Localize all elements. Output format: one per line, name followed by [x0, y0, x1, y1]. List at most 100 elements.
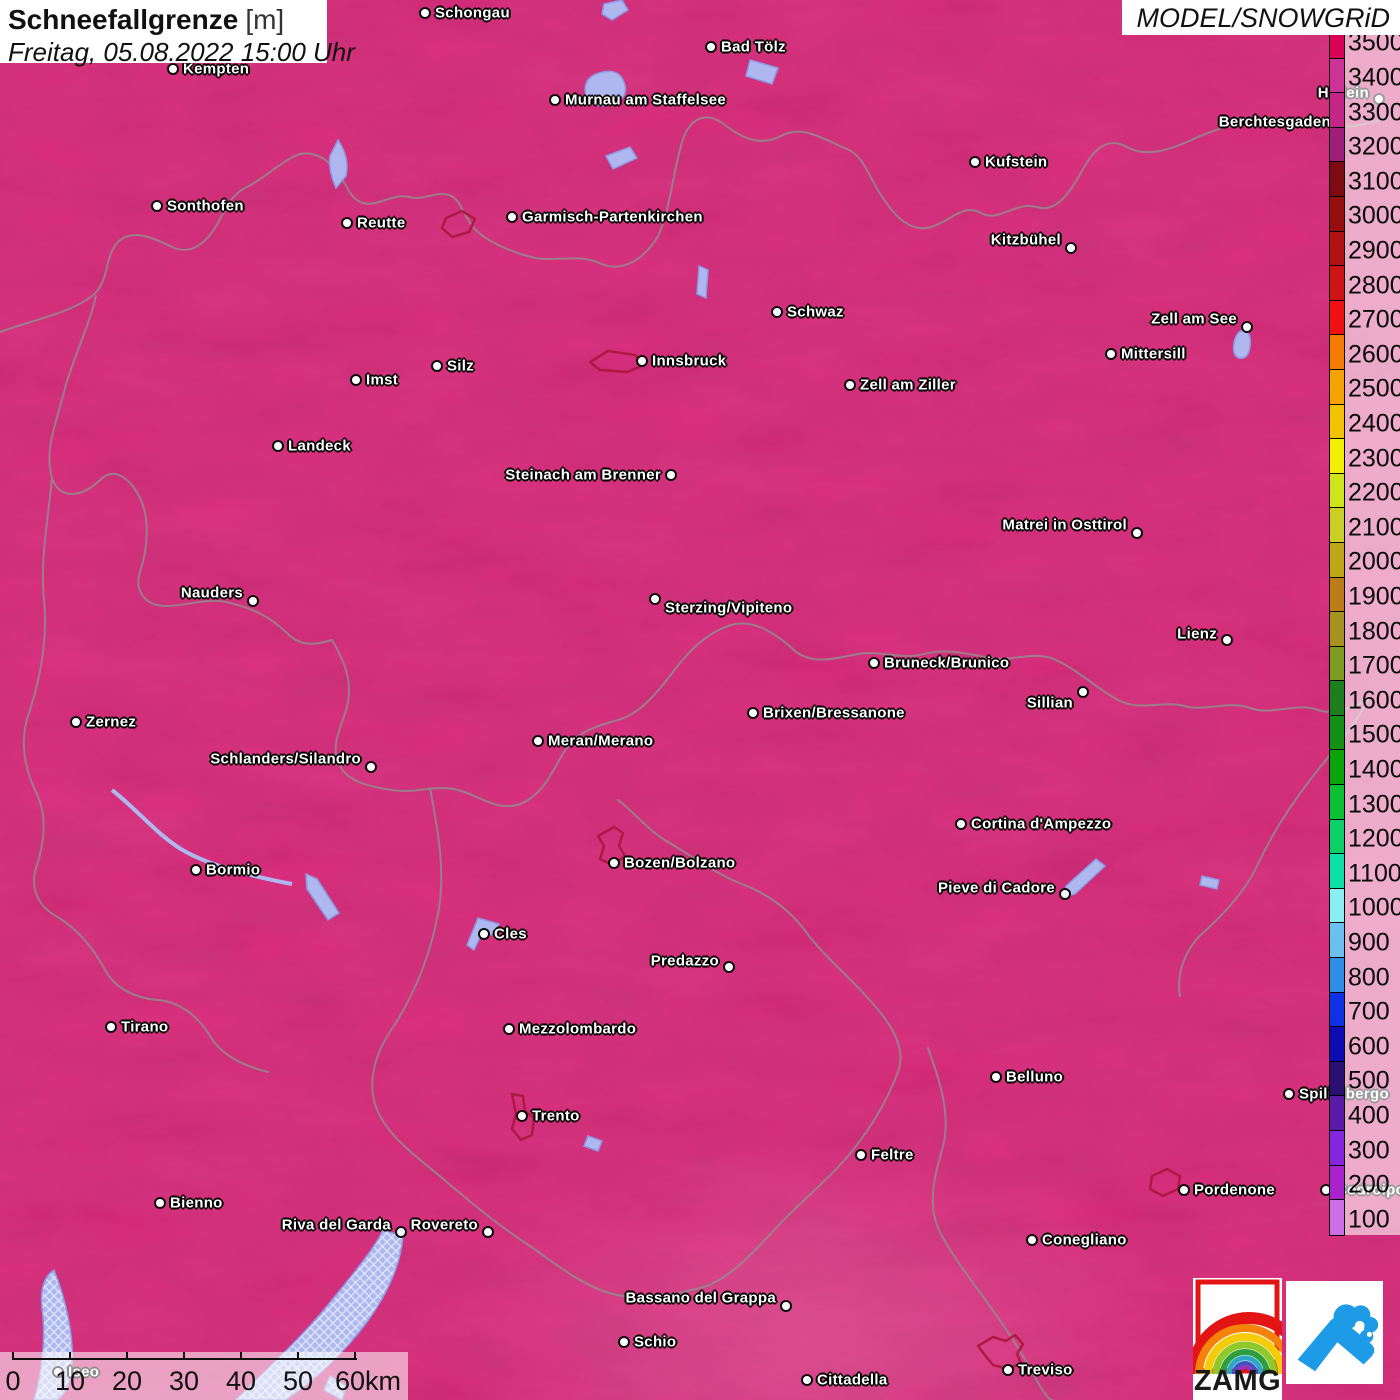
city-label: Bassano del Grappa — [625, 1289, 776, 1307]
city-dot — [478, 928, 490, 940]
city-dot — [969, 156, 981, 168]
city-dot — [350, 374, 362, 386]
colorbar-segment — [1330, 127, 1344, 163]
city-label: Conegliano — [1042, 1231, 1127, 1249]
city-label: Silz — [447, 357, 475, 375]
colorbar-tick-label: 2200 — [1348, 478, 1400, 507]
colorbar-segment — [1330, 854, 1344, 889]
colorbar-segment — [1330, 266, 1344, 301]
lake-livigno — [305, 872, 341, 922]
colorbar-tick-label: 800 — [1348, 963, 1390, 991]
city-dot — [1283, 1088, 1295, 1100]
boundary-treviso — [976, 1333, 1025, 1371]
lake-garmisch — [604, 146, 639, 170]
city-label: Cles — [494, 925, 527, 943]
colorbar-tick-label: 2400 — [1348, 409, 1400, 438]
city-dot — [1241, 321, 1253, 333]
lake-riegsee — [601, 0, 630, 21]
city-dot — [1178, 1184, 1190, 1196]
city-label: Treviso — [1018, 1361, 1073, 1379]
city-dot — [549, 94, 561, 106]
title-unit: [m] — [245, 4, 285, 35]
city-label: Schongau — [435, 4, 510, 22]
city-label: Pieve di Cadore — [937, 879, 1055, 897]
colorbar-tick-label: 2900 — [1348, 236, 1400, 265]
city-label: Matrei in Osttirol — [1002, 516, 1127, 534]
city-label: Brixen/Bressanone — [763, 704, 905, 722]
city-dot — [955, 818, 967, 830]
colorbar-segment — [1330, 715, 1344, 751]
scalebar-number: 40 — [225, 1366, 257, 1396]
colorbar-tick-label: 1900 — [1348, 582, 1400, 611]
city-dot — [341, 217, 353, 229]
city-dot — [516, 1110, 528, 1122]
title-box: Schneefallgrenze [m] Freitag, 05.08.2022 … — [0, 0, 355, 67]
title-text: Schneefallgrenze — [8, 4, 239, 35]
lake-small-east — [1199, 875, 1220, 890]
city-label: Feltre — [871, 1146, 914, 1164]
colorbar-segment — [1330, 1131, 1344, 1166]
city-label: Lienz — [1177, 625, 1217, 643]
lake-forggensee — [328, 138, 348, 190]
scalebar-line — [13, 1358, 357, 1360]
colorbar-segment — [1330, 1165, 1344, 1201]
colorbar-segment — [1330, 681, 1344, 716]
scalebar-number: 10 — [54, 1366, 86, 1396]
city-label: Trento — [532, 1107, 580, 1125]
city-dot — [431, 360, 443, 372]
colorbar-tick-label: 1000 — [1348, 893, 1400, 922]
colorbar-tick-label: 1200 — [1348, 824, 1400, 853]
city-dot — [419, 7, 431, 19]
city-label: Tirano — [121, 1018, 169, 1036]
city-label: Cortina d'Ampezzo — [971, 815, 1112, 833]
scalebar-number: 20 — [111, 1366, 143, 1396]
lake-kochelsee — [745, 59, 779, 85]
scalebar-tick — [297, 1352, 299, 1360]
colorbar-tick-label: 2100 — [1348, 513, 1400, 542]
city-dot — [855, 1149, 867, 1161]
city-dot — [395, 1226, 407, 1238]
city-label: Bruneck/Brunico — [884, 654, 1010, 672]
colorbar-tick-label: 1700 — [1348, 651, 1400, 680]
colorbar-segment — [1330, 542, 1344, 578]
city-dot — [1026, 1234, 1038, 1246]
city-dot — [272, 440, 284, 452]
zamg-logo: ZAMG — [1193, 1278, 1282, 1400]
city-label: Meran/Merano — [548, 732, 654, 750]
city-dot — [154, 1197, 166, 1209]
city-dot — [1059, 888, 1071, 900]
colorbar-segment — [1330, 58, 1344, 94]
city-label: Berchtesgaden — [1218, 113, 1331, 131]
colorbar-tick-label: 100 — [1348, 1205, 1390, 1234]
city-dot — [665, 469, 677, 481]
city-label: Sillian — [1026, 694, 1073, 712]
city-label: Bozen/Bolzano — [624, 854, 736, 872]
colorbar-segment — [1330, 404, 1344, 440]
city-label: Steinach am Brenner — [505, 466, 661, 484]
colorbar-segment — [1330, 162, 1344, 197]
city-label: Zernez — [86, 713, 137, 731]
city-label: Zell am Ziller — [860, 376, 956, 394]
colorbar-segment — [1330, 1096, 1344, 1131]
colorbar-segment — [1330, 439, 1344, 474]
colorbar-tick-label: 1800 — [1348, 617, 1400, 645]
model-label: MODEL/SNOWGRiD — [1122, 0, 1400, 35]
city-boundaries — [440, 209, 1182, 1371]
colorbar-segment — [1330, 785, 1344, 820]
city-label: Mittersill — [1121, 345, 1186, 363]
city-dot — [105, 1021, 117, 1033]
colorbar-segment — [1330, 612, 1344, 647]
colorbar-tick-label: 2000 — [1348, 547, 1400, 576]
city-dot — [990, 1071, 1002, 1083]
city-dot — [506, 211, 518, 223]
colorbar-segment — [1330, 577, 1344, 613]
city-dot — [723, 961, 735, 973]
city-dot — [247, 595, 259, 607]
city-label: Garmisch-Partenkirchen — [522, 208, 703, 226]
city-label: Cittadella — [817, 1371, 888, 1389]
colorbar-segment — [1330, 819, 1344, 855]
city-label: Belluno — [1006, 1068, 1064, 1086]
scalebar-number: 30 — [168, 1366, 200, 1396]
snowgrid-map: Schongau Bad Tölz Kempten Murnau am Staffel… — [0, 0, 1400, 1400]
city-dot — [705, 41, 717, 53]
